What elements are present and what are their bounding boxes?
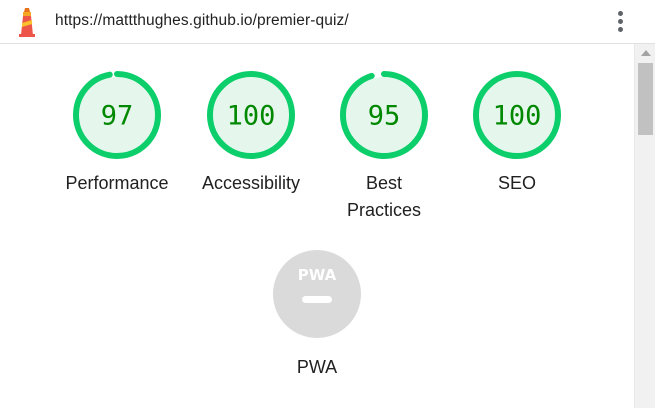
report-topbar: https://mattthughes.github.io/premier-qu…	[0, 0, 655, 44]
gauge-ring: 100	[207, 71, 295, 159]
more-vert-icon[interactable]	[612, 9, 630, 35]
gauge-label: Performance	[65, 173, 169, 193]
gauge-accessibility[interactable]: 100 Accessibility	[186, 69, 316, 197]
gauge-label: Accessibility	[201, 173, 301, 193]
gauge-label: PWA	[296, 357, 338, 377]
gauge-score: 97	[101, 101, 134, 132]
scrollbar-thumb[interactable]	[638, 63, 653, 135]
gauge-label: Best Practices	[346, 173, 422, 220]
gauge-pwa[interactable]: PWA PWA	[252, 249, 382, 381]
gauge-best-practices[interactable]: 95 Best Practices	[319, 69, 449, 224]
vertical-scrollbar[interactable]	[634, 44, 655, 408]
gauge-performance[interactable]: 97 Performance	[52, 69, 182, 197]
scroll-up-arrow-icon[interactable]	[641, 50, 651, 56]
scores-panel: 97 Performance 100 Accessibility 95 Best…	[0, 44, 634, 408]
gauge-score: 100	[493, 101, 542, 132]
report-url[interactable]: https://mattthughes.github.io/premier-qu…	[55, 12, 349, 30]
gauge-ring: 97	[73, 71, 161, 159]
gauge-label: SEO	[497, 173, 536, 193]
pwa-badge-text: PWA	[298, 266, 337, 284]
gauge-seo[interactable]: 100 SEO	[452, 69, 582, 197]
gauge-score: 100	[227, 101, 276, 132]
gauge-ring: 95	[340, 71, 428, 159]
gauge-ring: 100	[473, 71, 561, 159]
gauge-score: 95	[368, 101, 401, 132]
lighthouse-icon	[19, 8, 35, 37]
pwa-badge-icon: PWA	[273, 250, 361, 338]
